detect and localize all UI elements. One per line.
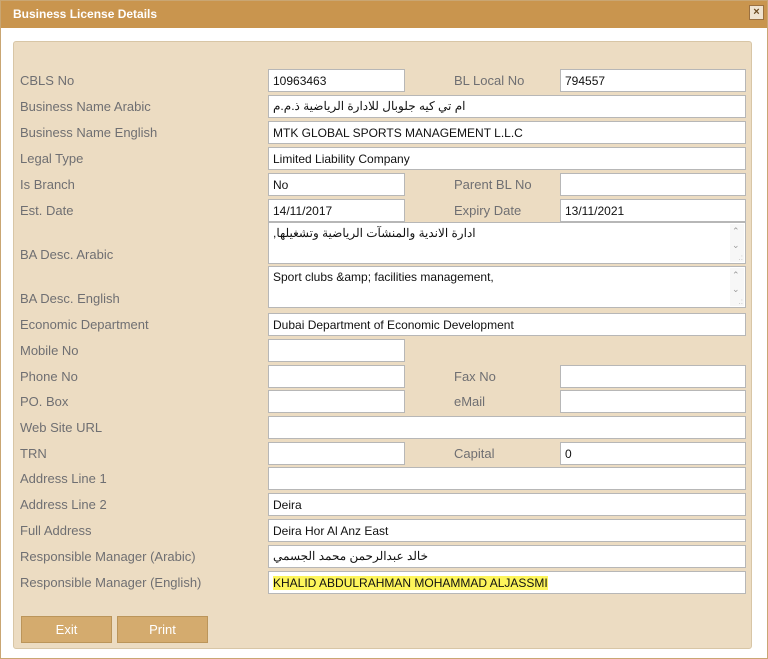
- phone-no-label: Phone No: [20, 369, 78, 384]
- business-name-english-label: Business Name English: [20, 125, 158, 140]
- web-site-url-label: Web Site URL: [20, 420, 103, 435]
- details-panel: CBLS No 10963463 BL Local No 794557 Busi…: [13, 41, 752, 649]
- business-name-english-field[interactable]: MTK GLOBAL SPORTS MANAGEMENT L.L.C: [268, 121, 746, 144]
- email-label: eMail: [454, 394, 486, 409]
- trn-label: TRN: [20, 446, 47, 461]
- phone-no-field[interactable]: [268, 365, 405, 388]
- print-button[interactable]: Print: [117, 616, 208, 643]
- business-name-arabic-label: Business Name Arabic: [20, 99, 151, 114]
- responsible-manager-english-field[interactable]: KHALID ABDULRAHMAN MOHAMMAD ALJASSMI: [268, 571, 746, 594]
- web-site-url-field[interactable]: [268, 416, 746, 439]
- fax-no-label: Fax No: [454, 369, 496, 384]
- ba-desc-arabic-label: BA Desc. Arabic: [20, 247, 114, 262]
- fax-no-field[interactable]: [560, 365, 746, 388]
- expiry-date-field[interactable]: 13/11/2021: [560, 199, 746, 222]
- bl-local-no-field[interactable]: 794557: [560, 69, 746, 92]
- business-name-arabic-field[interactable]: ام تي كيه جلوبال للادارة الرياضية ذ.م.م: [268, 95, 746, 118]
- address-line-2-field[interactable]: Deira: [268, 493, 746, 516]
- cbls-no-label: CBLS No: [20, 73, 75, 88]
- resize-grip-icon[interactable]: .:: [739, 297, 743, 306]
- trn-field[interactable]: [268, 442, 405, 465]
- ba-desc-arabic-textarea[interactable]: ادارة الاندية والمنشآت الرياضية وتشغيلها…: [268, 222, 746, 264]
- is-branch-field[interactable]: No: [268, 173, 405, 196]
- responsible-manager-arabic-label: Responsible Manager (Arabic): [20, 549, 196, 564]
- scroll-up-icon[interactable]: ⌃: [732, 270, 740, 280]
- business-license-dialog: Business License Details × CBLS No 10963…: [0, 0, 768, 659]
- resize-grip-icon[interactable]: .:: [739, 253, 743, 262]
- legal-type-label: Legal Type: [20, 151, 84, 166]
- ba-desc-english-text: Sport clubs &amp; facilities management,: [273, 270, 494, 284]
- capital-label: Capital: [454, 446, 495, 461]
- est-date-field[interactable]: 14/11/2017: [268, 199, 405, 222]
- scroll-up-icon[interactable]: ⌃: [732, 226, 740, 236]
- ba-desc-english-textarea[interactable]: Sport clubs &amp; facilities management,…: [268, 266, 746, 308]
- expiry-date-label: Expiry Date: [454, 203, 522, 218]
- address-line-1-label: Address Line 1: [20, 471, 107, 486]
- address-line-1-field[interactable]: [268, 467, 746, 490]
- mobile-no-field[interactable]: [268, 339, 405, 362]
- legal-type-field[interactable]: Limited Liability Company: [268, 147, 746, 170]
- parent-bl-no-field[interactable]: [560, 173, 746, 196]
- responsible-manager-english-label: Responsible Manager (English): [20, 575, 202, 590]
- scroll-down-icon[interactable]: ⌄: [732, 240, 740, 250]
- address-line-2-label: Address Line 2: [20, 497, 107, 512]
- po-box-field[interactable]: [268, 390, 405, 413]
- ba-desc-arabic-text: ادارة الاندية والمنشآت الرياضية وتشغيلها…: [273, 226, 476, 240]
- mobile-no-label: Mobile No: [20, 343, 79, 358]
- est-date-label: Est. Date: [20, 203, 74, 218]
- economic-department-field[interactable]: Dubai Department of Economic Development: [268, 313, 746, 336]
- parent-bl-no-label: Parent BL No: [454, 177, 532, 192]
- bl-local-no-label: BL Local No: [454, 73, 525, 88]
- highlighted-manager-name: KHALID ABDULRAHMAN MOHAMMAD ALJASSMI: [273, 576, 548, 590]
- full-address-field[interactable]: Deira Hor Al Anz East: [268, 519, 746, 542]
- close-icon[interactable]: ×: [749, 5, 764, 20]
- responsible-manager-arabic-field[interactable]: خالد عبدالرحمن محمد الجسمي: [268, 545, 746, 568]
- economic-department-label: Economic Department: [20, 317, 149, 332]
- email-field[interactable]: [560, 390, 746, 413]
- cbls-no-field[interactable]: 10963463: [268, 69, 405, 92]
- exit-button[interactable]: Exit: [21, 616, 112, 643]
- po-box-label: PO. Box: [20, 394, 69, 409]
- capital-field[interactable]: 0: [560, 442, 746, 465]
- dialog-titlebar[interactable]: Business License Details ×: [1, 1, 767, 28]
- scroll-down-icon[interactable]: ⌄: [732, 284, 740, 294]
- dialog-title: Business License Details: [13, 7, 158, 21]
- ba-desc-english-label: BA Desc. English: [20, 291, 120, 306]
- full-address-label: Full Address: [20, 523, 92, 538]
- is-branch-label: Is Branch: [20, 177, 75, 192]
